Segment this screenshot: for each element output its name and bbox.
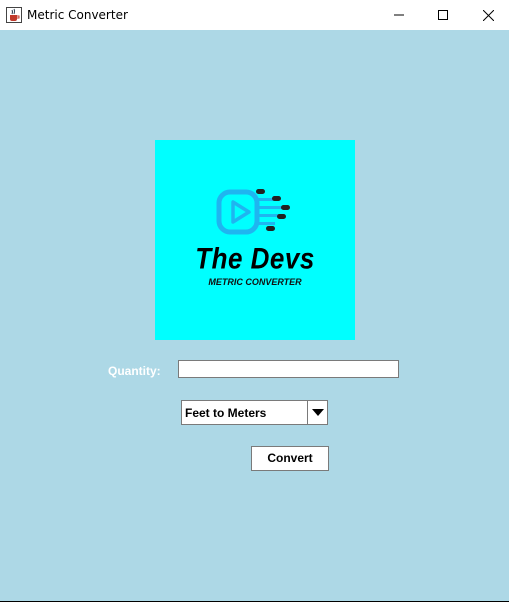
main-panel: The Devs METRIC CONVERTER Quantity: Feet… bbox=[0, 30, 509, 601]
minimize-icon bbox=[394, 14, 404, 16]
dropdown-arrow-button[interactable] bbox=[307, 401, 327, 424]
logo-image: The Devs METRIC CONVERTER bbox=[155, 140, 355, 340]
maximize-icon bbox=[438, 10, 448, 20]
maximize-button[interactable] bbox=[420, 0, 466, 30]
java-cup-icon[interactable] bbox=[6, 7, 22, 23]
quantity-input[interactable] bbox=[178, 360, 399, 378]
minimize-button[interactable] bbox=[376, 0, 422, 30]
quantity-label: Quantity: bbox=[108, 364, 161, 378]
logo-subtitle: METRIC CONVERTER bbox=[208, 277, 302, 287]
close-icon bbox=[482, 9, 494, 21]
close-button[interactable] bbox=[465, 0, 509, 30]
play-icon bbox=[216, 189, 290, 235]
app-window: Metric Converter The Devs METRIC CONVERT… bbox=[0, 0, 509, 602]
convert-button[interactable]: Convert bbox=[251, 446, 329, 471]
chevron-down-icon bbox=[311, 408, 324, 416]
title-bar: Metric Converter bbox=[0, 0, 509, 30]
logo-title: The Devs bbox=[195, 240, 315, 276]
window-title: Metric Converter bbox=[27, 8, 128, 22]
conversion-select[interactable]: Feet to Meters bbox=[181, 400, 328, 425]
conversion-selected-value: Feet to Meters bbox=[185, 406, 267, 420]
